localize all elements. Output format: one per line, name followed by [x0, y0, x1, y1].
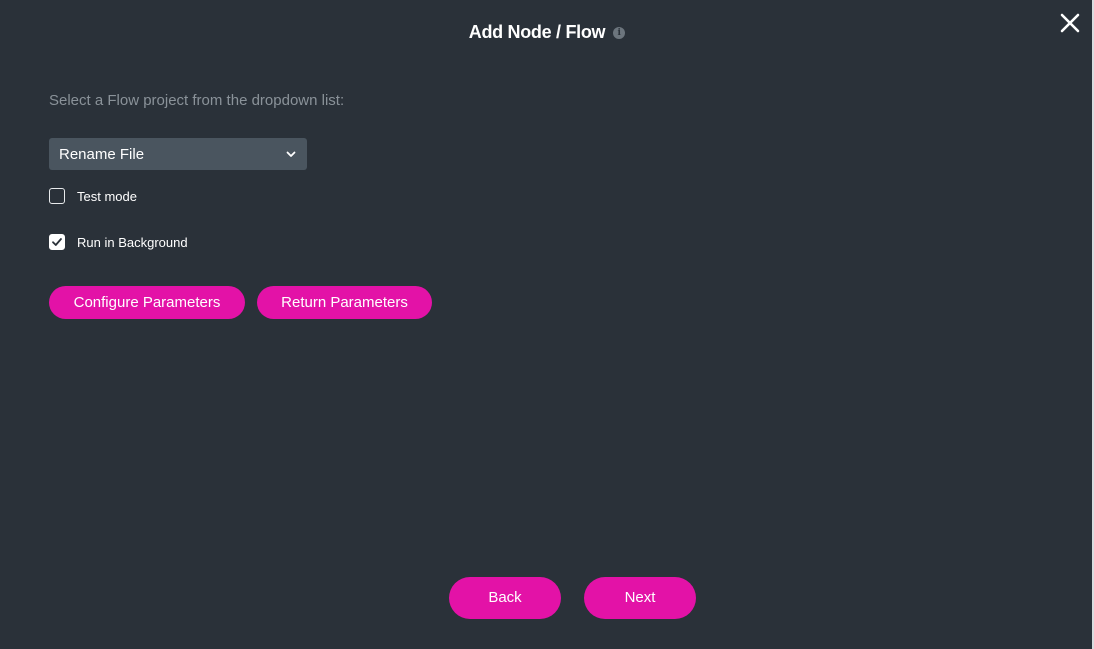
- info-icon[interactable]: i: [613, 26, 626, 39]
- close-button[interactable]: [1058, 11, 1082, 35]
- run-in-background-label[interactable]: Run in Background: [77, 235, 188, 250]
- dialog-header: Add Node / Flow i: [0, 22, 1094, 48]
- checkmark-icon: [52, 238, 62, 246]
- dialog-title: Add Node / Flow: [468, 22, 606, 42]
- dropdown-selected-value: Rename File: [59, 145, 145, 163]
- test-mode-checkbox[interactable]: [49, 188, 65, 204]
- next-button[interactable]: Next: [584, 577, 696, 619]
- add-node-flow-dialog: Add Node / Flow i Select a Flow project f…: [0, 0, 1094, 649]
- close-icon: [1060, 13, 1080, 33]
- flow-project-dropdown[interactable]: Rename File: [49, 138, 307, 170]
- run-in-background-checkbox[interactable]: [49, 234, 65, 250]
- back-button[interactable]: Back: [449, 577, 561, 619]
- chevron-down-icon: [286, 151, 296, 157]
- configure-parameters-button[interactable]: Configure Parameters: [49, 286, 245, 319]
- run-in-background-option: Run in Background: [49, 233, 188, 251]
- test-mode-label[interactable]: Test mode: [77, 189, 137, 204]
- test-mode-option: Test mode: [49, 187, 137, 205]
- return-parameters-button[interactable]: Return Parameters: [257, 286, 432, 319]
- flow-select-prompt: Select a Flow project from the dropdown …: [49, 92, 345, 109]
